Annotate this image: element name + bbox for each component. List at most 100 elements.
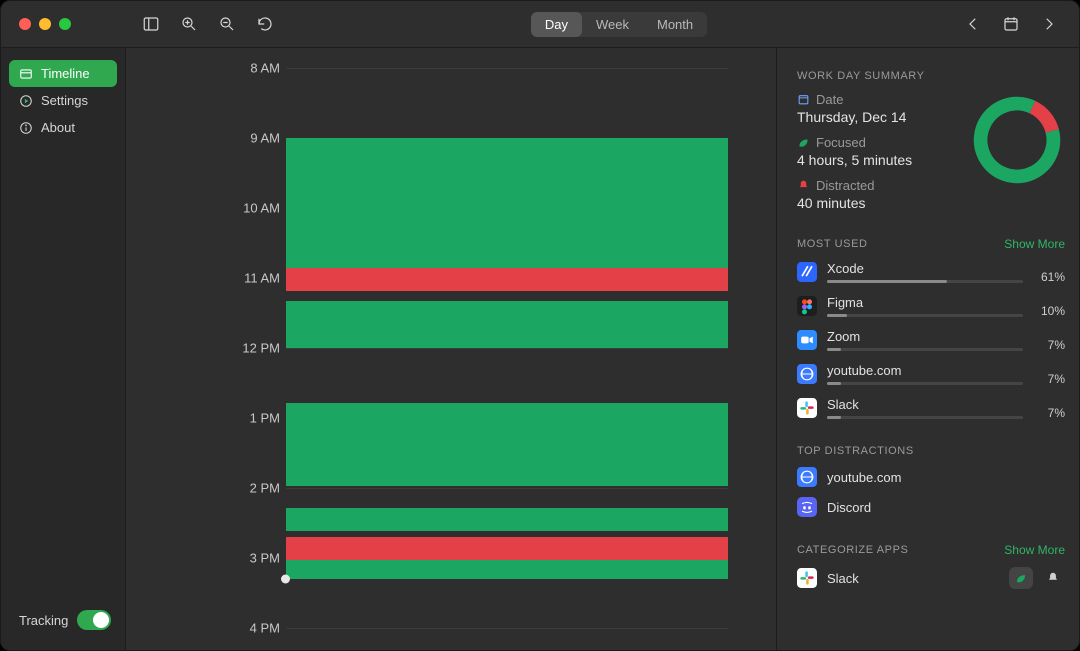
toggle-sidebar-icon[interactable] [141, 14, 161, 34]
calendar-icon [797, 93, 810, 106]
app-icon [797, 467, 817, 487]
app-icon [797, 262, 817, 282]
app-name: youtube.com [827, 470, 901, 485]
tracking-toggle[interactable] [77, 610, 111, 630]
view-switcher: Day Week Month [275, 12, 963, 37]
app-name: Figma [827, 295, 1023, 310]
distracted-label: Distracted [816, 178, 875, 193]
view-month-button[interactable]: Month [643, 12, 707, 37]
app-icon [797, 398, 817, 418]
hour-label: 12 PM [242, 341, 280, 356]
sidebar-item-settings[interactable]: Settings [9, 87, 117, 114]
categorize-header: CATEGORIZE APPS Show More [797, 543, 1065, 557]
sidebar: Timeline Settings About Tracking [1, 48, 126, 650]
app-window: Day Week Month Timeline [0, 0, 1080, 651]
sidebar-item-label: About [41, 120, 75, 135]
hour-label: 3 PM [250, 551, 280, 566]
focused-block[interactable] [286, 403, 728, 486]
prev-period-icon[interactable] [963, 14, 983, 34]
distraction-row[interactable]: youtube.com [797, 467, 1065, 487]
distracted-block[interactable] [286, 268, 728, 291]
refresh-icon[interactable] [255, 14, 275, 34]
usage-pct: 61% [1033, 270, 1065, 284]
close-window-button[interactable] [19, 18, 31, 30]
mark-distracted-button[interactable] [1041, 567, 1065, 589]
focused-label: Focused [816, 135, 866, 150]
focused-block[interactable] [286, 138, 728, 268]
hour-label: 9 AM [250, 131, 280, 146]
hour-label: 2 PM [250, 481, 280, 496]
date-value: Thursday, Dec 14 [797, 109, 951, 125]
app-name: Slack [827, 397, 1023, 412]
sidebar-item-timeline[interactable]: Timeline [9, 60, 117, 87]
toolbar-right [963, 14, 1079, 34]
hour-gridline [286, 348, 728, 349]
focused-block[interactable] [286, 508, 728, 532]
usage-pct: 7% [1033, 406, 1065, 420]
tracking-label: Tracking [19, 613, 68, 628]
zoom-in-icon[interactable] [179, 14, 199, 34]
app-name: Xcode [827, 261, 1023, 276]
most-used-title: MOST USED [797, 238, 868, 250]
summary-donut-chart [969, 92, 1065, 188]
hour-label: 10 AM [243, 201, 280, 216]
usage-bar [827, 314, 1023, 317]
distraction-row[interactable]: Discord [797, 497, 1065, 517]
sidebar-item-about[interactable]: About [9, 114, 117, 141]
most-used-row[interactable]: Zoom 7% [797, 329, 1065, 351]
most-used-row[interactable]: Figma 10% [797, 295, 1065, 317]
window-controls [1, 18, 126, 30]
tracking-row: Tracking [9, 610, 117, 638]
most-used-header: MOST USED Show More [797, 237, 1065, 251]
summary-header: WORK DAY SUMMARY [797, 70, 1065, 82]
distractions-header: TOP DISTRACTIONS [797, 445, 1065, 457]
most-used-show-more[interactable]: Show More [1004, 237, 1065, 251]
today-icon[interactable] [1001, 14, 1021, 34]
usage-bar [827, 416, 1023, 419]
most-used-row[interactable]: Slack 7% [797, 397, 1065, 419]
mark-focused-button[interactable] [1009, 567, 1033, 589]
focused-value: 4 hours, 5 minutes [797, 152, 951, 168]
zoom-out-icon[interactable] [217, 14, 237, 34]
distracted-value: 40 minutes [797, 195, 951, 211]
app-name: Zoom [827, 329, 1023, 344]
hour-label: 1 PM [250, 411, 280, 426]
next-period-icon[interactable] [1039, 14, 1059, 34]
app-icon [797, 497, 817, 517]
date-label: Date [816, 92, 843, 107]
leaf-icon [797, 136, 810, 149]
view-week-button[interactable]: Week [582, 12, 643, 37]
app-icon [797, 568, 817, 588]
app-name: youtube.com [827, 363, 1023, 378]
hour-gridline [286, 488, 728, 489]
usage-pct: 7% [1033, 338, 1065, 352]
distracted-label-row: Distracted [797, 178, 951, 193]
fullscreen-window-button[interactable] [59, 18, 71, 30]
sidebar-item-label: Settings [41, 93, 88, 108]
app-icon [797, 364, 817, 384]
usage-pct: 10% [1033, 304, 1065, 318]
minimize-window-button[interactable] [39, 18, 51, 30]
hour-gridline [286, 68, 728, 69]
distracted-block[interactable] [286, 537, 728, 560]
right-panel: WORK DAY SUMMARY Date Thursday, Dec 14 F… [777, 48, 1079, 650]
focused-block[interactable] [286, 301, 728, 348]
hour-gridline [286, 628, 728, 629]
usage-bar [827, 348, 1023, 351]
focused-block[interactable] [286, 560, 728, 579]
date-label-row: Date [797, 92, 951, 107]
hour-label: 4 PM [250, 621, 280, 636]
timeline-icon [19, 67, 33, 81]
categorize-title: CATEGORIZE APPS [797, 544, 909, 556]
sidebar-item-label: Timeline [41, 66, 90, 81]
most-used-row[interactable]: Xcode 61% [797, 261, 1065, 283]
app-name: Slack [827, 571, 859, 586]
timeline-area[interactable]: 8 AM9 AM10 AM11 AM12 PM1 PM2 PM3 PM4 PM [126, 48, 777, 650]
titlebar: Day Week Month [1, 1, 1079, 48]
current-time-indicator [281, 575, 290, 584]
most-used-row[interactable]: youtube.com7% [797, 363, 1065, 385]
usage-bar [827, 280, 1023, 283]
hour-label: 11 AM [244, 271, 280, 286]
categorize-show-more[interactable]: Show More [1004, 543, 1065, 557]
view-day-button[interactable]: Day [531, 12, 582, 37]
